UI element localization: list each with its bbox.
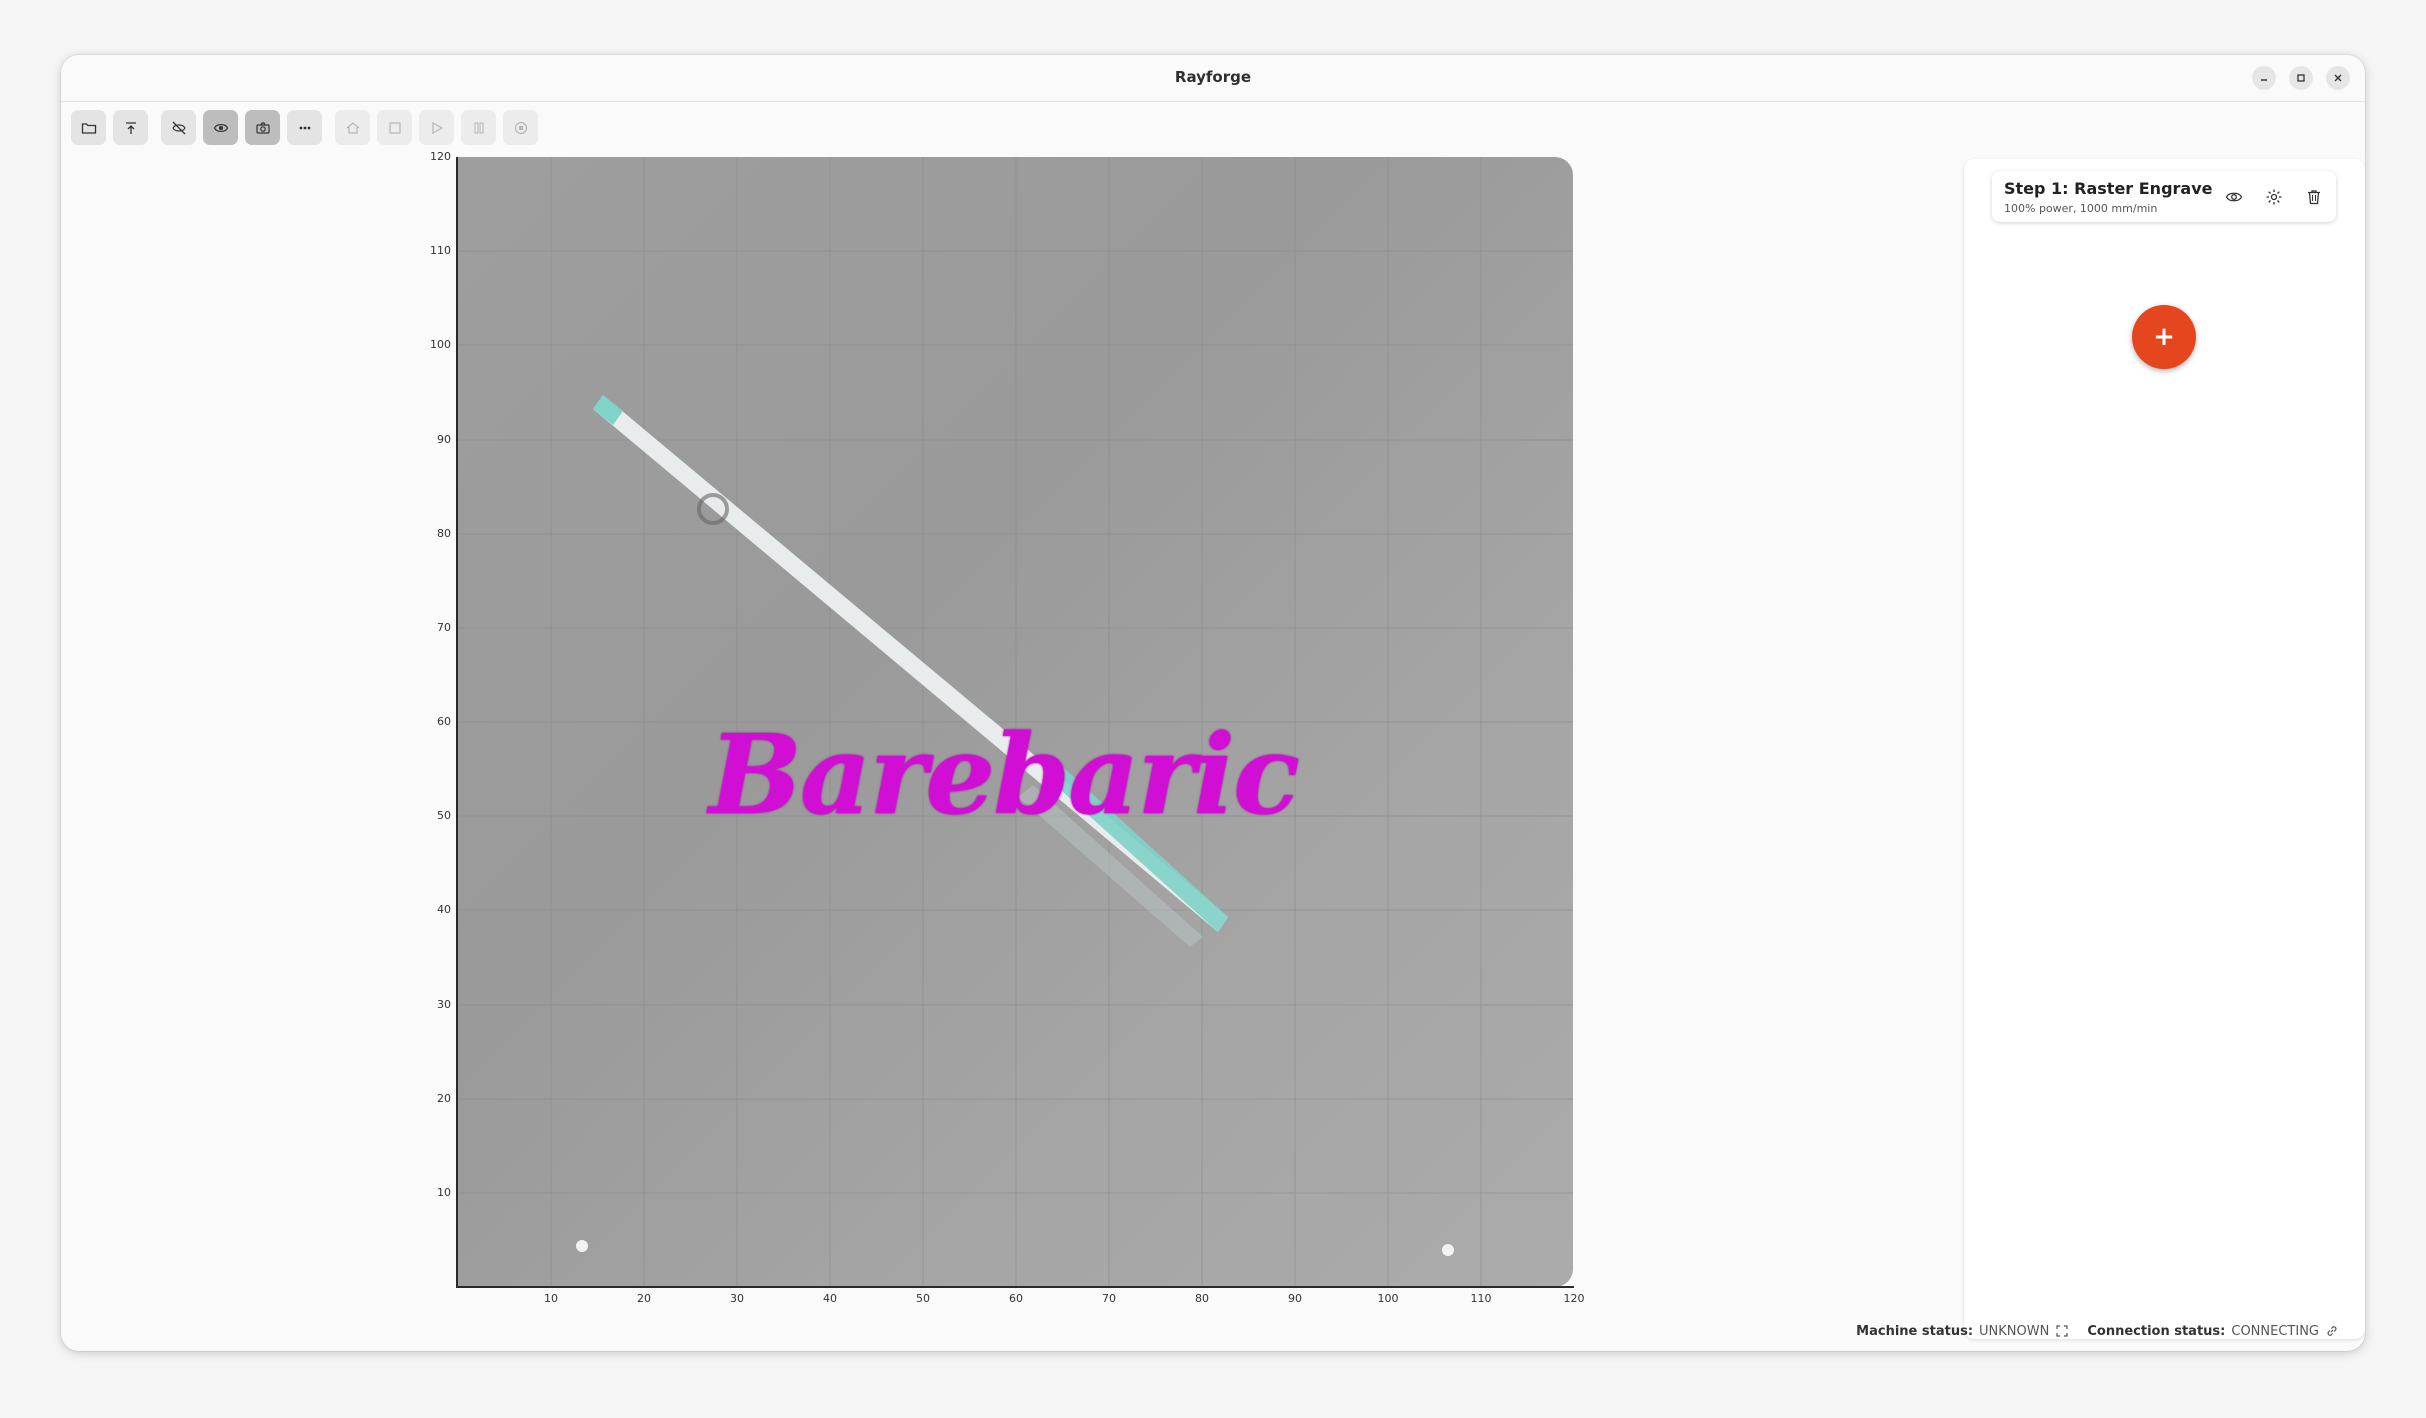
send-button[interactable]	[113, 110, 148, 145]
x-tick-label: 120	[1563, 1292, 1585, 1305]
y-tick-label: 80	[437, 527, 451, 540]
x-tick-label: 50	[916, 1292, 930, 1305]
step-settings-button[interactable]	[2262, 185, 2286, 209]
y-tick-label: 40	[437, 903, 451, 916]
minimize-button[interactable]	[2252, 66, 2276, 90]
y-tick-label: 20	[437, 1092, 451, 1105]
frame-button[interactable]	[377, 110, 412, 145]
workpiece-text[interactable]: Barebaric	[709, 710, 1300, 839]
pause-icon	[474, 122, 483, 133]
machine-status-label: Machine status:	[1856, 1323, 1974, 1339]
machine-status-icon	[2056, 1325, 2068, 1337]
connection-status-value: CONNECTING	[2231, 1323, 2319, 1339]
x-tick-label: 20	[637, 1292, 651, 1305]
open-file-button[interactable]	[71, 110, 106, 145]
y-tick-label: 90	[437, 433, 451, 446]
x-tick-label: 80	[1195, 1292, 1209, 1305]
x-tick-label: 70	[1102, 1292, 1116, 1305]
window-title: Rayforge	[1174, 68, 1252, 86]
marker-object	[593, 395, 1228, 947]
y-tick-label: 10	[437, 1186, 451, 1199]
stop-icon	[514, 121, 527, 134]
eye-icon	[213, 123, 228, 132]
trash-icon	[2308, 190, 2320, 205]
x-tick-label: 30	[730, 1292, 744, 1305]
visibility-off-icon	[171, 121, 186, 134]
x-tick-label: 90	[1288, 1292, 1302, 1305]
y-tick-label: 110	[430, 244, 451, 257]
show-workpieces-button[interactable]	[203, 110, 238, 145]
x-tick-label: 100	[1377, 1292, 1399, 1305]
maximize-button[interactable]	[2289, 66, 2313, 90]
steps-panel: Step 1: Raster Engrave 100% power, 1000 …	[1964, 159, 2365, 1339]
x-tick-label: 10	[544, 1292, 558, 1305]
play-button[interactable]	[419, 110, 454, 145]
pause-button[interactable]	[461, 110, 496, 145]
step-card[interactable]: Step 1: Raster Engrave 100% power, 1000 …	[1992, 171, 2336, 222]
y-tick-label: 120	[430, 150, 451, 163]
camera-button[interactable]	[245, 110, 280, 145]
x-tick-label: 60	[1009, 1292, 1023, 1305]
app-window: Rayforge 120 110 100 90 80 70 60 50 40 3…	[61, 55, 2365, 1351]
y-tick-label: 70	[437, 621, 451, 634]
y-tick-label: 30	[437, 998, 451, 1011]
step-subtitle: 100% power, 1000 mm/min	[2004, 202, 2158, 215]
status-bar: Machine status: UNKNOWN Connection statu…	[1856, 1321, 2339, 1341]
eye-icon	[2225, 192, 2243, 202]
work-surface[interactable]: 120 110 100 90 80 70 60 50 40 30 20 10 1…	[61, 150, 1961, 1351]
y-tick-label: 60	[437, 715, 451, 728]
step-delete-button[interactable]	[2302, 185, 2326, 209]
step-title: Step 1: Raster Engrave	[2004, 179, 2213, 198]
title-bar: Rayforge	[61, 55, 2365, 102]
play-icon	[431, 121, 443, 134]
link-icon	[2327, 1326, 2337, 1336]
connection-status-label: Connection status:	[2087, 1323, 2226, 1339]
more-button[interactable]	[287, 110, 322, 145]
x-tick-label: 40	[823, 1292, 837, 1305]
close-button[interactable]	[2326, 66, 2350, 90]
machine-status-value: UNKNOWN	[1979, 1323, 2050, 1339]
gear-icon	[2266, 189, 2282, 205]
x-axis-line	[456, 1286, 1574, 1288]
y-axis-line	[456, 157, 458, 1288]
y-tick-label: 100	[430, 338, 451, 351]
home-icon	[346, 121, 359, 134]
camera-icon	[255, 121, 270, 134]
folder-open-icon	[81, 122, 96, 134]
home-button[interactable]	[335, 110, 370, 145]
stop-button[interactable]	[503, 110, 538, 145]
y-tick-label: 50	[437, 809, 451, 822]
hide-travel-button[interactable]	[161, 110, 196, 145]
frame-icon	[388, 121, 401, 134]
step-visibility-button[interactable]	[2222, 185, 2246, 209]
more-icon	[299, 126, 310, 129]
x-tick-label: 110	[1470, 1292, 1492, 1305]
upload-icon	[125, 121, 136, 134]
add-step-button[interactable]: +	[2132, 305, 2196, 369]
